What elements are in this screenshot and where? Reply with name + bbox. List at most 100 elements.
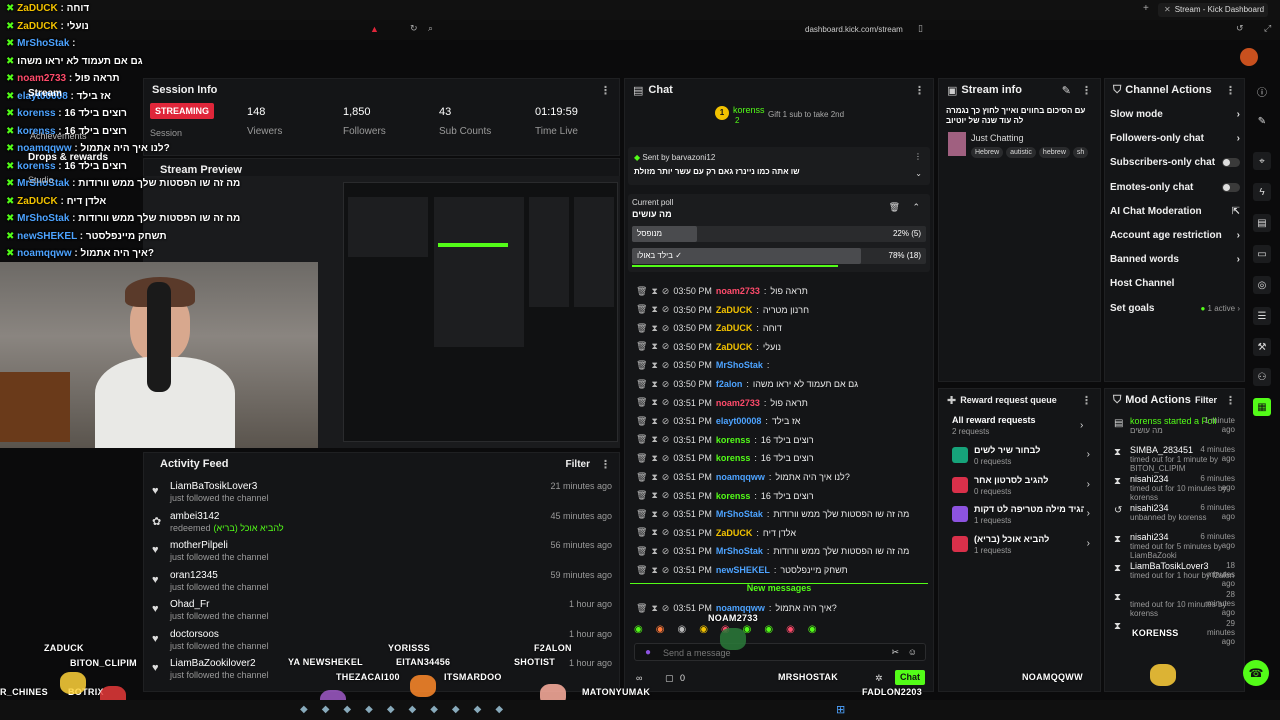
mod-action-user[interactable]: LiamBaTosikLover3 [1130, 561, 1209, 571]
chat-username[interactable]: MrShoStak [716, 509, 763, 519]
gift-sub-prompt[interactable]: Gift 1 sub to take 2nd [768, 110, 844, 119]
info-icon[interactable]: ⓘ [1253, 82, 1271, 100]
poll-option[interactable]: מנופסל 22% (5) [632, 226, 926, 242]
trash-icon[interactable]: 🗑 [636, 286, 647, 297]
emoji-icon[interactable]: ☺ [908, 647, 917, 657]
chat-message[interactable]: 🗑 ⧗ ⊘ 03:50 PM ZaDUCK: דוחה [636, 319, 926, 337]
trash-icon[interactable]: 🗑 [636, 472, 647, 483]
activity-username[interactable]: LiamBaZookilover2 [170, 658, 256, 669]
chat-username[interactable]: MrShoStak [716, 360, 763, 370]
chat-message[interactable]: 🗑 ⧗ ⊘ 03:51 PM newSHEKEL: תשחק מיינפלסטר [636, 561, 926, 579]
activity-username[interactable]: doctorsoos [170, 629, 219, 640]
app-icon[interactable]: ◆ [322, 704, 330, 715]
timeout-icon[interactable]: ⧗ [651, 304, 657, 315]
ban-icon[interactable]: ⊘ [662, 527, 670, 538]
search-icon[interactable]: ⌕ [428, 23, 433, 34]
emote-icon[interactable]: ◉ [656, 624, 665, 638]
activity-username[interactable]: motherPilpeli [170, 540, 228, 551]
add-widget-icon[interactable]: ▦ [1253, 398, 1271, 416]
timeout-icon[interactable]: ⧗ [651, 472, 657, 483]
mod-action-user[interactable]: SIMBA_283451 [1130, 445, 1193, 455]
ban-icon[interactable]: ⊘ [662, 397, 670, 408]
refresh-icon[interactable]: ↻ [410, 23, 418, 34]
ban-icon[interactable]: ⊘ [662, 341, 670, 352]
page-icon[interactable]: ▤ [1253, 214, 1271, 232]
chat-username[interactable]: korenss [716, 453, 751, 463]
people-icon[interactable]: ⚇ [1253, 368, 1271, 386]
expand-icon[interactable]: ⤢ [1264, 23, 1271, 34]
avatar[interactable] [1240, 48, 1258, 66]
emote-icon[interactable]: ◉ [786, 624, 795, 638]
chat-input[interactable]: ● Send a message ✂ ☺ [634, 643, 926, 661]
ban-icon[interactable]: ⊘ [662, 472, 670, 483]
activity-username[interactable]: LiamBaTosikLover3 [170, 481, 257, 492]
chat-message[interactable]: 🗑 ⧗ ⊘ 03:51 PM ZaDUCK: אלדן דיח [636, 524, 926, 542]
app-icon[interactable]: ◆ [409, 704, 417, 715]
url-text[interactable]: dashboard.kick.com/stream [805, 25, 903, 34]
timeout-icon[interactable]: ⧗ [651, 360, 657, 371]
trash-icon[interactable]: 🗑 [636, 323, 647, 334]
ban-icon[interactable]: ⊘ [662, 379, 670, 390]
trash-icon[interactable]: 🗑 [636, 304, 647, 315]
chat-username[interactable]: elayt00008 [716, 416, 762, 426]
trash-icon[interactable]: 🗑 [636, 509, 647, 520]
chat-username[interactable]: korenss [716, 491, 751, 501]
reward-item[interactable]: (להביא אוכל (בריא 1 requests › [950, 534, 1090, 562]
channel-action-followers-only-chat[interactable]: Followers-only chat › [1110, 133, 1240, 144]
more-icon[interactable]: ⋮ [600, 84, 611, 97]
toggle-switch[interactable] [1222, 158, 1240, 168]
edit-icon[interactable]: ✎ [1253, 112, 1271, 130]
ban-icon[interactable]: ⊘ [662, 490, 670, 501]
sidebar-item-achievements[interactable]: Achievements [30, 131, 87, 141]
channel-action-ai-chat-moderation[interactable]: AI Chat Moderation ⇱ [1110, 206, 1240, 217]
emote-icon[interactable]: ◉ [764, 624, 773, 638]
timeout-icon[interactable]: ⧗ [651, 490, 657, 501]
edit-icon[interactable]: ✎ [1062, 84, 1071, 97]
emote-icon[interactable]: ◉ [808, 624, 817, 638]
chevron-right-icon[interactable]: › [1080, 420, 1083, 431]
chat-username[interactable]: ZaDUCK [716, 528, 753, 538]
ban-icon[interactable]: ⊘ [662, 546, 670, 557]
trash-icon[interactable]: 🗑 [636, 434, 647, 445]
ban-icon[interactable]: ⊘ [662, 323, 670, 334]
trash-icon[interactable]: 🗑 [636, 341, 647, 352]
infinity-icon[interactable]: ∞ [636, 673, 642, 683]
bolt-icon[interactable]: ϟ [1253, 183, 1271, 201]
mod-action-user[interactable]: nisahi234 [1130, 532, 1169, 542]
trash-icon[interactable]: 🗑 [636, 397, 647, 408]
lock-icon[interactable]: ▢ [665, 673, 674, 683]
broadcast-icon[interactable]: ◎ [1253, 276, 1271, 294]
timeout-icon[interactable]: ⧗ [651, 434, 657, 445]
chat-message[interactable]: 🗑 ⧗ ⊘ 03:51 PM korenss: רוצים בילד 16 [636, 487, 926, 505]
chat-username[interactable]: ZaDUCK [716, 323, 753, 333]
bookmark-icon[interactable]: ▯ [918, 23, 923, 34]
app-icon[interactable]: ◆ [452, 704, 460, 715]
trash-icon[interactable]: 🗑 [636, 546, 647, 557]
app-icon[interactable]: ◆ [430, 704, 438, 715]
chat-message[interactable]: 🗑 ⧗ ⊘ 03:51 PM MrShoStak: מה זה שו הפסטות שלך… [636, 505, 926, 523]
chat-message[interactable]: 🗑 ⧗ ⊘ 03:50 PM MrShoStak: [636, 356, 926, 374]
channel-action-set-goals[interactable]: Set goals ● 1 active › [1110, 303, 1240, 314]
chevron-down-icon[interactable]: ⌄ [915, 169, 922, 178]
chat-username[interactable]: noamqqww [716, 472, 765, 482]
tag-chip[interactable]: autistic [1006, 147, 1036, 158]
channel-action-subscribers-only-chat[interactable]: Subscribers-only chat [1110, 157, 1240, 168]
wrench-icon[interactable]: ⚒ [1253, 338, 1271, 356]
app-icon[interactable]: ◆ [343, 704, 351, 715]
record-icon[interactable]: ▲ [370, 24, 379, 34]
all-rewards-label[interactable]: All reward requests [952, 415, 1036, 425]
gift-icon[interactable]: ✂ [891, 647, 899, 658]
gear-icon[interactable]: ✲ [875, 673, 883, 684]
ban-icon[interactable]: ⊘ [662, 509, 670, 520]
app-icon[interactable]: ◆ [387, 704, 395, 715]
app-icon[interactable]: ◆ [474, 704, 482, 715]
filter-button[interactable]: Filter [566, 459, 590, 470]
ban-icon[interactable]: ⊘ [662, 453, 670, 464]
trash-icon[interactable]: 🗑 [636, 453, 647, 464]
chat-username[interactable]: MrShoStak [716, 546, 763, 556]
channel-action-account-age-restriction[interactable]: Account age restriction › [1110, 230, 1240, 241]
more-icon[interactable]: ⋮ [1081, 394, 1092, 407]
filter-button[interactable]: Filter [1195, 395, 1217, 405]
browser-tab[interactable]: ✕ Stream - Kick Dashboard [1158, 3, 1268, 17]
emote-icon[interactable]: ◉ [699, 624, 708, 638]
